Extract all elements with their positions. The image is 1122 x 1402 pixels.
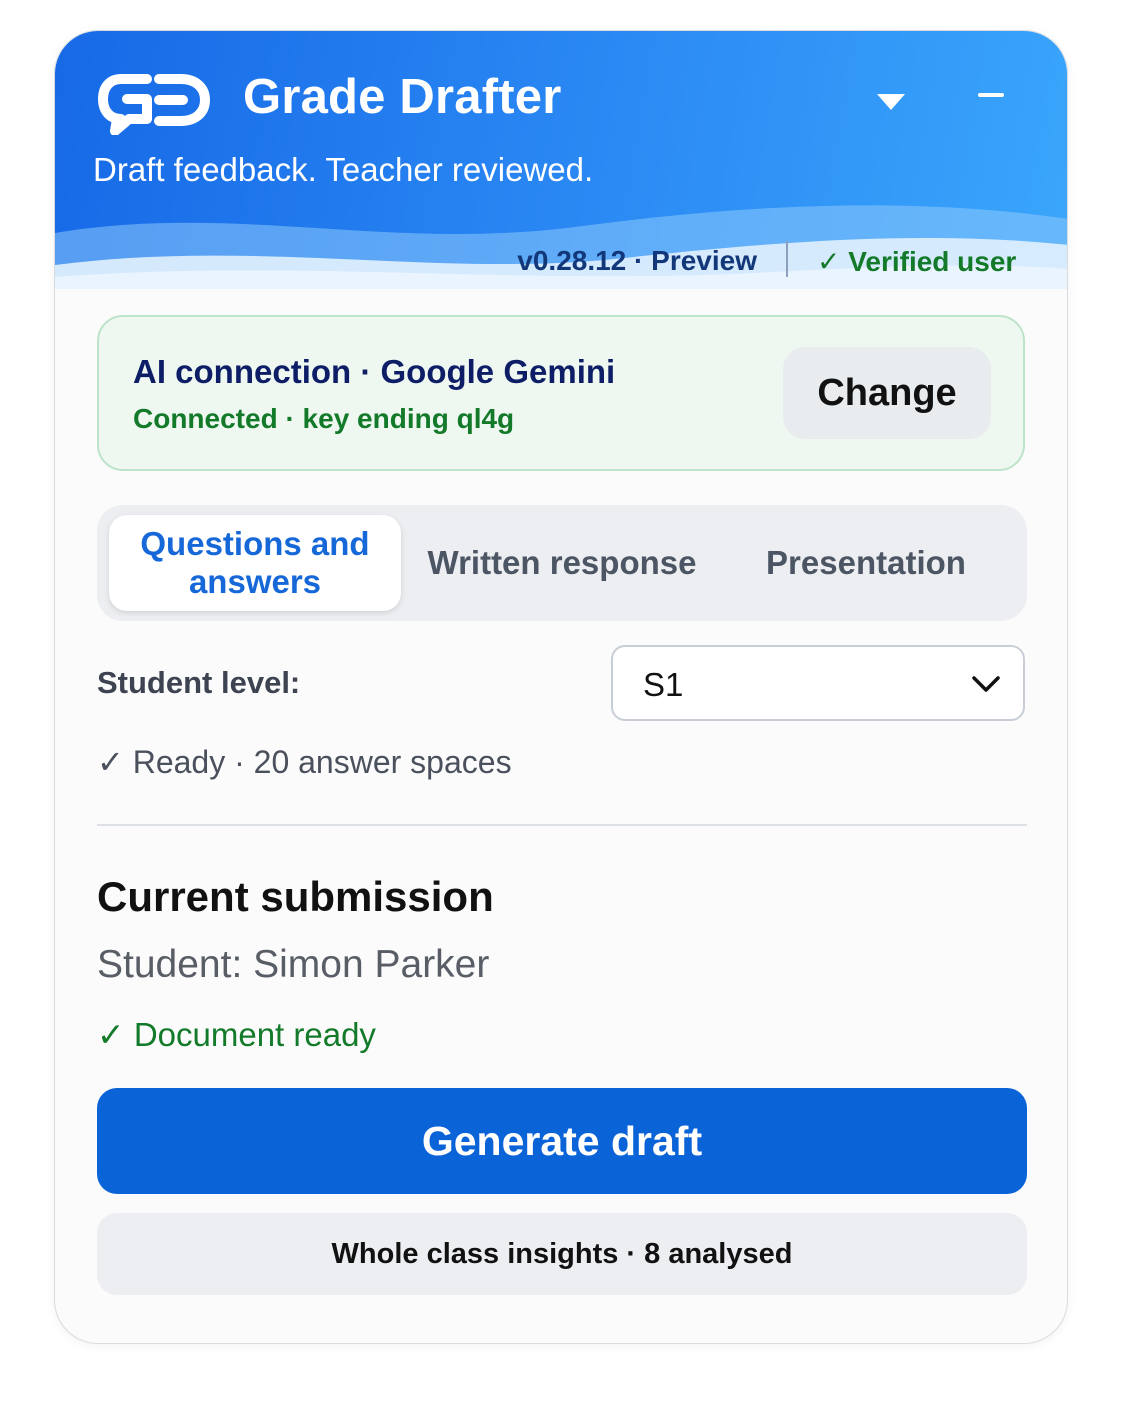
- student-level-select[interactable]: S1: [611, 645, 1025, 721]
- change-connection-button[interactable]: Change: [783, 347, 991, 439]
- student-level-label: Student level:: [97, 665, 301, 700]
- ready-status: ✓ Ready · 20 answer spaces: [97, 744, 512, 780]
- app-title: Grade Drafter: [243, 70, 562, 124]
- student-name: Student: Simon Parker: [97, 943, 490, 986]
- tab-questions-and-answers[interactable]: Questions and answers: [109, 515, 401, 611]
- ai-connection-title: AI connection · Google Gemini: [133, 353, 616, 390]
- grade-drafter-logo-icon: [98, 74, 210, 135]
- verified-user-label: ✓ Verified user: [817, 246, 1017, 277]
- tagline: Draft feedback. Teacher reviewed.: [93, 151, 594, 188]
- chevron-down-icon: [972, 676, 1000, 692]
- header-dropdown-button[interactable]: [867, 83, 915, 121]
- whole-class-insights-button[interactable]: Whole class insights · 8 analysed: [97, 1213, 1027, 1295]
- verified-user-badge: ✓ Verified user: [817, 245, 1016, 278]
- assessment-type-tabs: Questions and answers Written response P…: [97, 505, 1027, 621]
- section-divider: [97, 824, 1027, 826]
- current-submission-title: Current submission: [97, 873, 494, 920]
- caret-down-icon: [877, 94, 905, 110]
- student-level-value: S1: [643, 666, 684, 703]
- grade-drafter-panel: Grade Drafter Draft feedback. Teacher re…: [54, 30, 1068, 1344]
- tab-written-response[interactable]: Written response: [417, 515, 707, 611]
- ai-connection-status: Connected · key ending ql4g: [133, 403, 515, 434]
- header: Grade Drafter Draft feedback. Teacher re…: [55, 31, 1067, 289]
- version-bar: v0.28.12 · Preview ✓ Verified user: [55, 237, 1067, 289]
- minimize-button[interactable]: [965, 75, 1017, 115]
- ai-connection-card: AI connection · Google Gemini Connected …: [97, 315, 1025, 471]
- document-ready-status: ✓ Document ready: [97, 1016, 376, 1053]
- minus-icon: [978, 93, 1004, 97]
- generate-draft-button[interactable]: Generate draft: [97, 1088, 1027, 1194]
- version-label: v0.28.12 · Preview: [517, 245, 757, 276]
- tab-presentation[interactable]: Presentation: [721, 515, 1011, 611]
- version-divider: [786, 241, 788, 277]
